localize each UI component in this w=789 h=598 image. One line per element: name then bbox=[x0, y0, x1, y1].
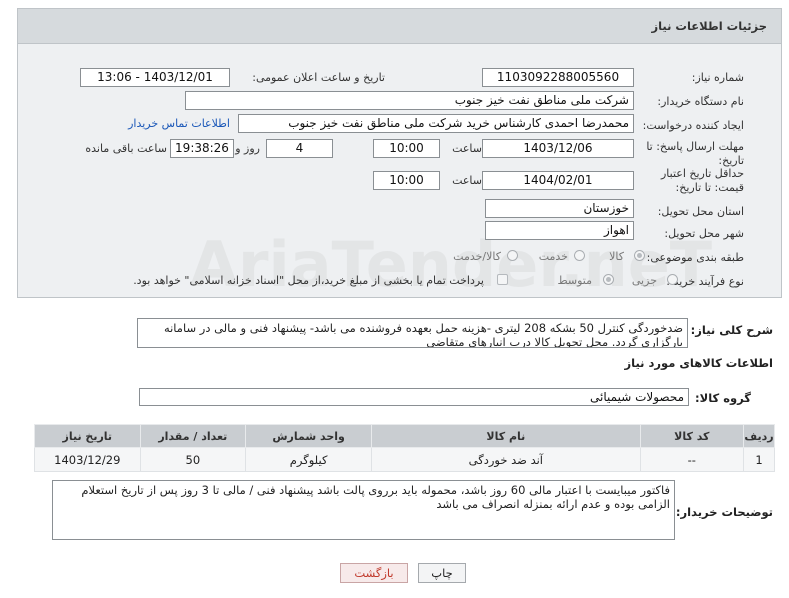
category-label: طبقه بندی موضوعی: bbox=[646, 251, 744, 264]
category-radio-service[interactable] bbox=[574, 250, 585, 261]
cell-item-name: آند ضد خوردگی bbox=[371, 447, 641, 472]
category-option-goods-service: کالا/خدمت bbox=[453, 250, 501, 263]
province-label: استان محل تحویل: bbox=[657, 205, 744, 218]
th-row-number: ردیف bbox=[743, 424, 775, 448]
th-unit: واحد شمارش bbox=[245, 424, 373, 448]
response-time-label: ساعت bbox=[452, 142, 482, 155]
panel-header: جزئیات اطلاعات نیاز bbox=[17, 8, 782, 44]
announce-datetime-label: تاریخ و ساعت اعلان عمومی: bbox=[252, 71, 385, 84]
payment-note: پرداخت تمام یا بخشی از مبلغ خرید،از محل … bbox=[133, 274, 484, 287]
cell-item-code: -- bbox=[639, 447, 745, 472]
process-option-minor: جزیی bbox=[631, 274, 657, 287]
buyer-notes-field: فاکتور میبایست با اعتبار مالی 60 روز باش… bbox=[52, 480, 675, 540]
buyer-org-field: شرکت ملی مناطق نفت خیز جنوب bbox=[185, 91, 634, 110]
category-radio-goods-service[interactable] bbox=[507, 250, 518, 261]
remaining-label: ساعت باقی مانده bbox=[85, 142, 167, 155]
response-time-field: 10:00 bbox=[373, 139, 440, 158]
table-row: 1 -- آند ضد خوردگی کیلوگرم 50 1403/12/29 bbox=[34, 447, 775, 472]
th-item-code: کد کالا bbox=[639, 424, 745, 448]
response-date-field: 1403/12/06 bbox=[482, 139, 634, 158]
remaining-days-field: 4 bbox=[266, 139, 333, 158]
print-button[interactable]: چاپ bbox=[418, 563, 466, 583]
summary-label: شرح کلی نیاز: bbox=[690, 323, 773, 337]
process-radio-minor[interactable] bbox=[667, 274, 678, 285]
buyer-org-label: نام دستگاه خریدار: bbox=[657, 95, 744, 108]
process-type-label: نوع فرآیند خرید : bbox=[666, 275, 744, 288]
th-need-date: تاریخ نیاز bbox=[34, 424, 141, 448]
page: جزئیات اطلاعات نیاز AriaTender.neT شماره… bbox=[0, 0, 789, 598]
response-deadline-label: مهلت ارسال پاسخ: تا تاریخ: bbox=[646, 140, 744, 167]
goods-group-label: گروه کالا: bbox=[695, 391, 751, 405]
price-validity-date-field: 1404/02/01 bbox=[482, 171, 634, 190]
process-option-medium: متوسط bbox=[557, 274, 592, 287]
goods-info-title: اطلاعات کالاهای مورد نیاز bbox=[624, 356, 773, 370]
process-radio-medium[interactable] bbox=[603, 274, 614, 285]
city-field: اهواز bbox=[485, 221, 634, 240]
items-table: ردیف کد کالا نام کالا واحد شمارش تعداد /… bbox=[34, 424, 775, 472]
price-validity-time-label: ساعت bbox=[452, 174, 482, 187]
cell-unit: کیلوگرم bbox=[245, 447, 373, 472]
buyer-contact-link[interactable]: اطلاعات تماس خریدار bbox=[128, 117, 230, 130]
cell-row-number: 1 bbox=[743, 447, 775, 472]
announce-datetime-field: 1403/12/01 - 13:06 bbox=[80, 68, 230, 87]
days-label: روز و bbox=[235, 142, 260, 155]
category-option-goods: کالا bbox=[609, 250, 624, 263]
payment-treasury-checkbox[interactable] bbox=[497, 274, 508, 285]
need-number-label: شماره نیاز: bbox=[691, 71, 744, 84]
remaining-time-field: 19:38:26 bbox=[170, 139, 234, 158]
cell-quantity: 50 bbox=[139, 447, 247, 472]
province-field: خوزستان bbox=[485, 199, 634, 218]
back-button[interactable]: بازگشت bbox=[340, 563, 408, 583]
price-validity-label: حداقل تاریخ اعتبار قیمت: تا تاریخ: bbox=[660, 167, 744, 194]
price-validity-time-field: 10:00 bbox=[373, 171, 440, 190]
city-label: شهر محل تحویل: bbox=[664, 227, 744, 240]
th-quantity: تعداد / مقدار bbox=[139, 424, 247, 448]
page-title: جزئیات اطلاعات نیاز bbox=[651, 19, 767, 33]
requester-label: ایجاد کننده درخواست: bbox=[642, 119, 744, 132]
summary-field: ضدخوردگی کنترل 50 بشکه 208 لیتری -هزینه … bbox=[137, 318, 688, 348]
table-header-row: ردیف کد کالا نام کالا واحد شمارش تعداد /… bbox=[34, 424, 775, 448]
cell-need-date: 1403/12/29 bbox=[34, 447, 141, 472]
th-item-name: نام کالا bbox=[371, 424, 641, 448]
category-radio-goods[interactable] bbox=[634, 250, 645, 261]
need-number-field: 1103092288005560 bbox=[482, 68, 634, 87]
goods-group-field: محصولات شیمیائی bbox=[139, 388, 689, 406]
category-option-service: خدمت bbox=[538, 250, 568, 263]
requester-field: محمدرضا احمدی کارشناس خرید شرکت ملی مناط… bbox=[238, 114, 634, 133]
buyer-notes-label: توضیحات خریدار: bbox=[675, 505, 773, 519]
